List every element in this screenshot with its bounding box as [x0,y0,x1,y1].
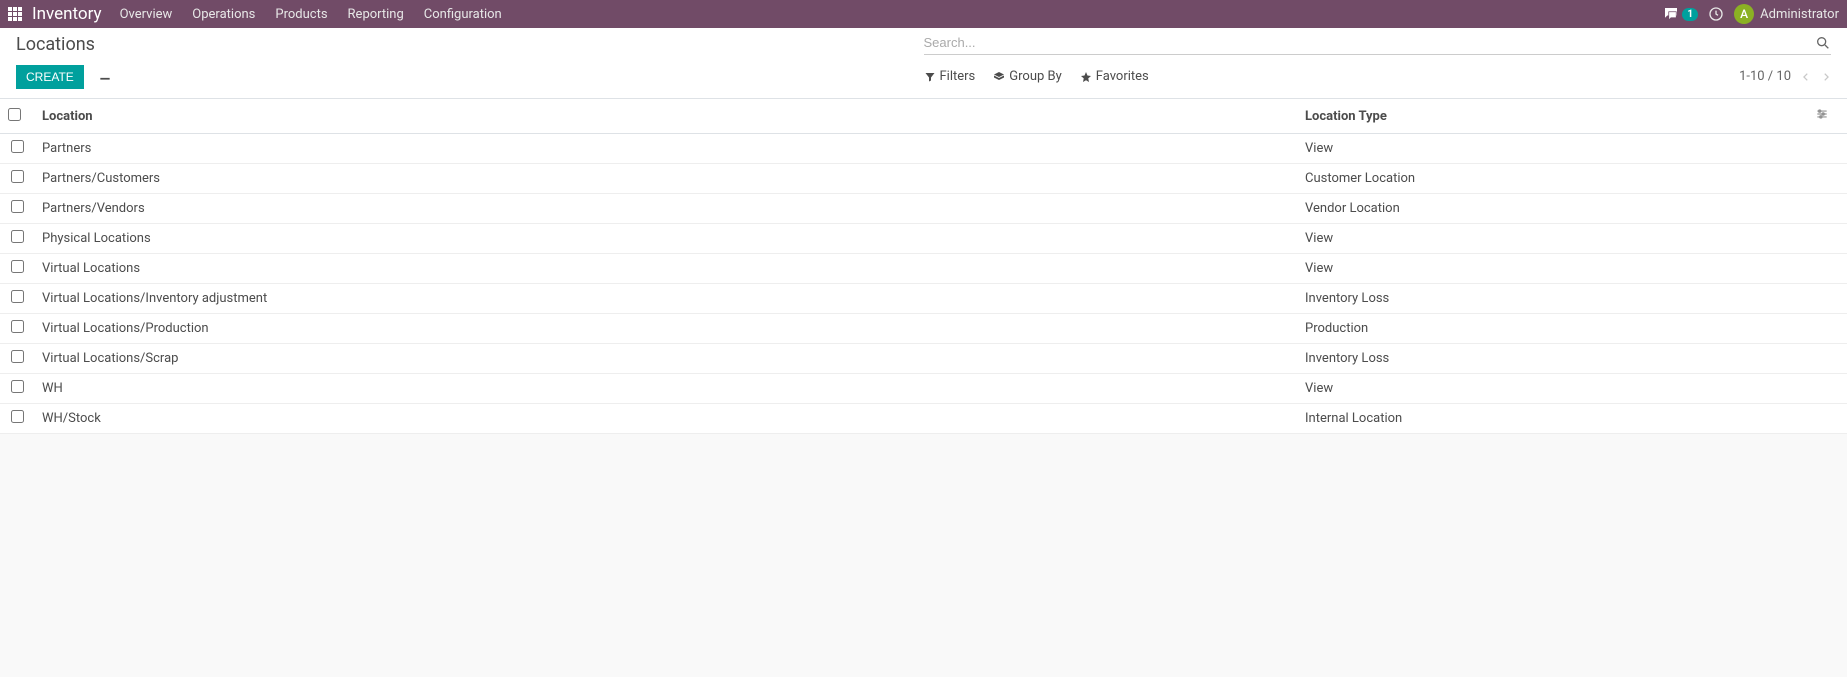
table-row[interactable]: PartnersView [0,134,1847,164]
page-title: Locations [16,34,924,55]
apps-icon[interactable] [8,7,22,21]
table-row[interactable]: Virtual Locations/ScrapInventory Loss [0,344,1847,374]
star-icon [1080,71,1092,83]
groupby-label: Group By [1009,69,1062,84]
cell-type: Customer Location [1297,164,1807,194]
pager-prev-icon[interactable] [1801,72,1811,82]
create-button[interactable]: CREATE [16,65,84,89]
table-row[interactable]: Partners/VendorsVendor Location [0,194,1847,224]
favorites-button[interactable]: Favorites [1080,69,1149,84]
cell-location[interactable]: WH/Stock [34,404,1297,434]
columns-settings-icon[interactable] [1815,107,1829,121]
cell-type: View [1297,374,1807,404]
chat-badge: 1 [1682,8,1698,21]
cell-type: View [1297,254,1807,284]
cell-type: Inventory Loss [1297,344,1807,374]
table-row[interactable]: Virtual LocationsView [0,254,1847,284]
activity-clock-icon[interactable] [1708,6,1724,22]
filters-label: Filters [940,69,976,84]
cell-type: Internal Location [1297,404,1807,434]
funnel-icon [924,71,936,83]
cell-location[interactable]: Partners [34,134,1297,164]
cell-location[interactable]: Virtual Locations [34,254,1297,284]
download-icon [98,68,112,82]
cell-type: Production [1297,314,1807,344]
table-row[interactable]: Virtual Locations/Inventory adjustmentIn… [0,284,1847,314]
groupby-button[interactable]: Group By [993,69,1062,84]
search-bar[interactable] [924,33,1832,55]
import-button[interactable] [92,63,118,90]
cell-location[interactable]: Virtual Locations/Production [34,314,1297,344]
cell-location[interactable]: WH [34,374,1297,404]
row-checkbox[interactable] [11,200,24,213]
filters-button[interactable]: Filters [924,69,976,84]
header-type[interactable]: Location Type [1297,99,1807,134]
nav-operations[interactable]: Operations [192,7,255,22]
favorites-label: Favorites [1096,69,1149,84]
chat-icon [1662,5,1680,23]
search-icon[interactable] [1815,35,1831,51]
table-row[interactable]: Physical LocationsView [0,224,1847,254]
cell-location[interactable]: Partners/Customers [34,164,1297,194]
nav-menu: Overview Operations Products Reporting C… [120,7,502,22]
row-checkbox[interactable] [11,290,24,303]
cell-location[interactable]: Physical Locations [34,224,1297,254]
row-checkbox[interactable] [11,140,24,153]
nav-products[interactable]: Products [275,7,327,22]
messaging-button[interactable]: 1 [1662,5,1698,23]
select-all-checkbox[interactable] [8,108,21,121]
cell-type: View [1297,224,1807,254]
top-navbar: Inventory Overview Operations Products R… [0,0,1847,28]
table-row[interactable]: Partners/CustomersCustomer Location [0,164,1847,194]
cell-type: View [1297,134,1807,164]
row-checkbox[interactable] [11,380,24,393]
row-checkbox[interactable] [11,170,24,183]
control-panel: Locations CREATE Filters [0,28,1847,99]
avatar: A [1734,4,1754,24]
nav-configuration[interactable]: Configuration [424,7,502,22]
app-brand[interactable]: Inventory [32,4,102,24]
row-checkbox[interactable] [11,350,24,363]
cell-type: Vendor Location [1297,194,1807,224]
cell-location[interactable]: Virtual Locations/Inventory adjustment [34,284,1297,314]
header-location[interactable]: Location [34,99,1297,134]
nav-reporting[interactable]: Reporting [348,7,404,22]
table-row[interactable]: WH/StockInternal Location [0,404,1847,434]
user-menu[interactable]: A Administrator [1734,4,1839,24]
row-checkbox[interactable] [11,230,24,243]
row-checkbox[interactable] [11,320,24,333]
username: Administrator [1760,7,1839,22]
cell-location[interactable]: Partners/Vendors [34,194,1297,224]
pager-next-icon[interactable] [1821,72,1831,82]
pager-text[interactable]: 1-10 / 10 [1739,69,1791,84]
cell-location[interactable]: Virtual Locations/Scrap [34,344,1297,374]
cell-type: Inventory Loss [1297,284,1807,314]
search-input[interactable] [924,33,1816,52]
layers-icon [993,71,1005,83]
row-checkbox[interactable] [11,260,24,273]
locations-table: Location Location Type PartnersViewPartn… [0,99,1847,434]
nav-overview[interactable]: Overview [120,7,173,22]
table-row[interactable]: WHView [0,374,1847,404]
row-checkbox[interactable] [11,410,24,423]
table-row[interactable]: Virtual Locations/ProductionProduction [0,314,1847,344]
